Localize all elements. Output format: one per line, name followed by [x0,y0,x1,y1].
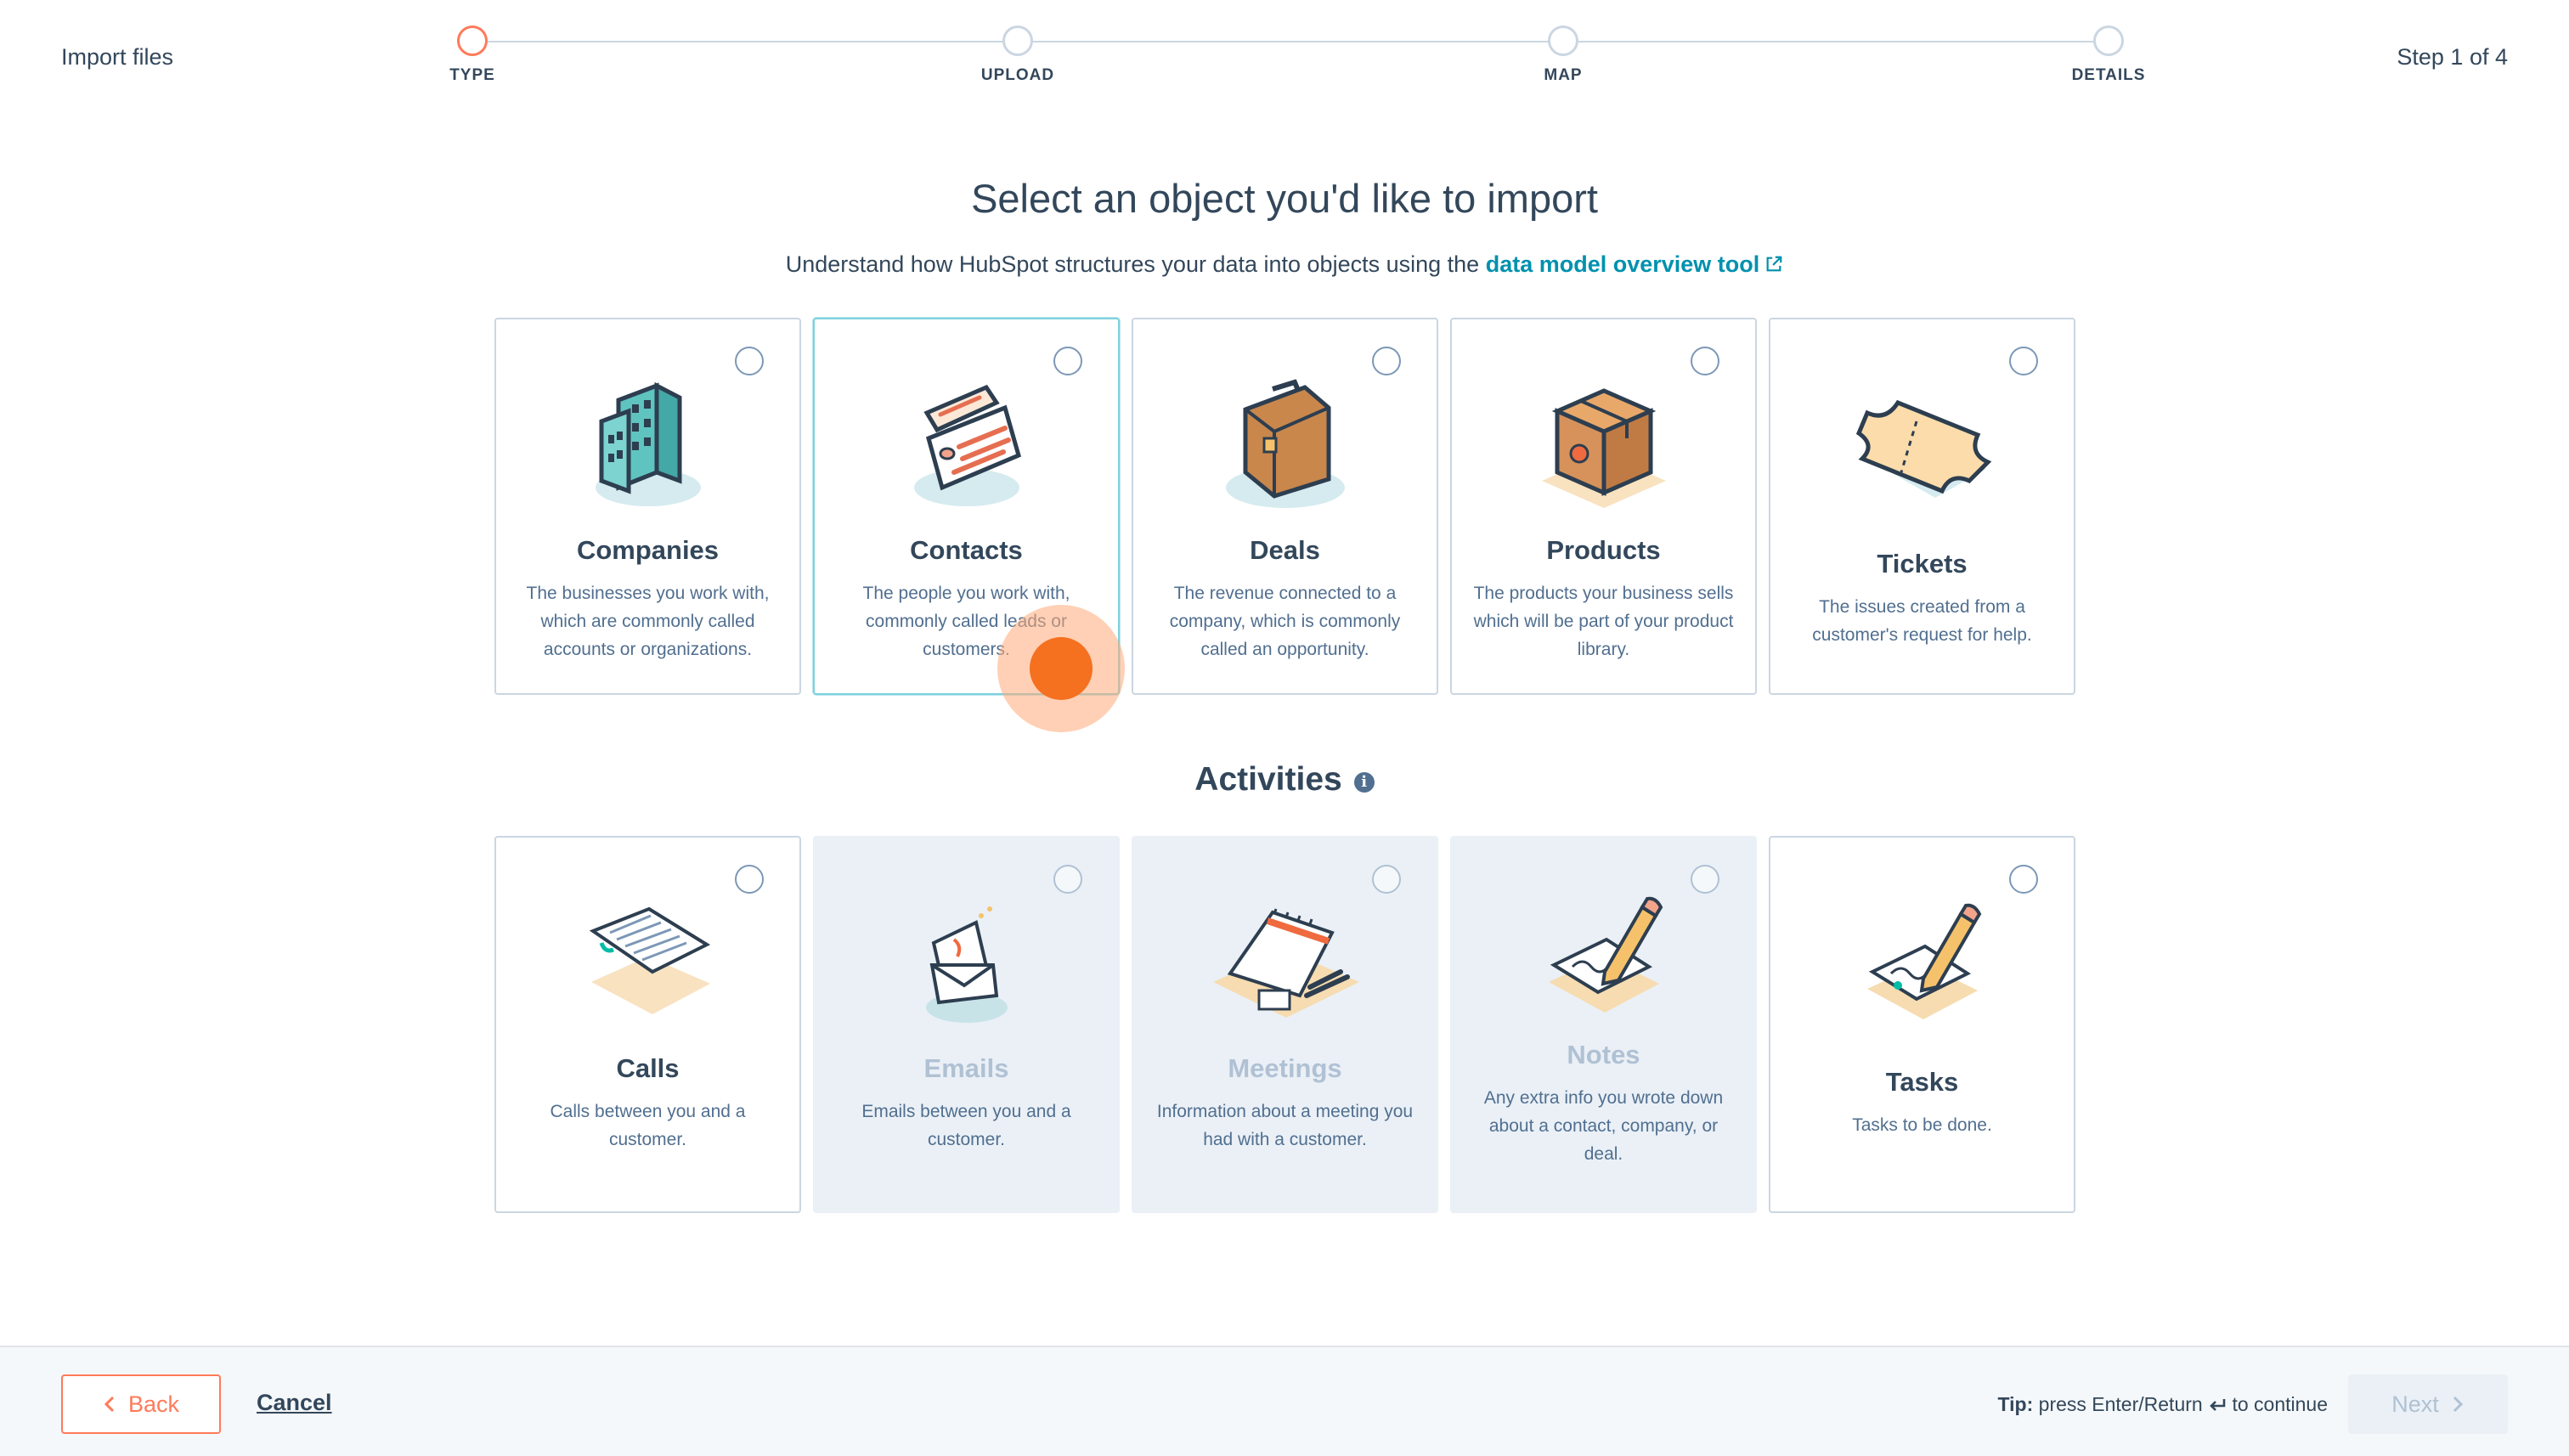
tip-label: Tip: [1997,1393,2034,1415]
activity-card-tasks[interactable]: Tasks Tasks to be done. [1769,836,2075,1213]
step-upload-label: UPLOAD [980,66,1055,84]
next-button[interactable]: Next [2348,1374,2508,1434]
activity-card-calls[interactable]: Calls Calls between you and a customer. [494,836,801,1213]
products-box-icon [1452,353,1755,515]
external-link-icon [1766,256,1782,272]
step-upload: UPLOAD [933,25,1103,85]
tickets-description: The issues created from a customer's req… [1812,597,2032,645]
chevron-right-icon [2453,1396,2463,1413]
notes-pencil-icon [1452,872,1755,1033]
objects-card-row: Companies The businesses you work with, … [494,318,2075,695]
tickets-ticket-icon [1770,353,2074,515]
companies-description: The businesses you work with, which are … [526,584,770,659]
calls-description: Calls between you and a customer. [550,1102,746,1149]
stepper-track [472,41,2109,42]
step-details-dot [2093,25,2124,56]
activities-heading-label: Activities [1194,761,1342,798]
contacts-name: Contacts [910,535,1023,565]
step-details: DETAILS [2024,25,2194,85]
activity-card-meetings: Meetings Information about a meeting you… [1132,836,1438,1213]
activities-card-row: Calls Calls between you and a customer. … [494,836,2075,1213]
back-button-label: Back [127,1391,180,1417]
activities-heading: Activities i [0,761,2569,799]
deals-briefcase-icon [1133,353,1437,515]
deals-description: The revenue connected to a company, whic… [1169,584,1401,659]
return-key-icon [2210,1399,2226,1411]
footer-bar: Back Cancel Tip: press Enter/Return to c… [0,1346,2569,1456]
step-upload-dot [1002,25,1033,56]
deals-name: Deals [1250,535,1320,565]
calls-name: Calls [616,1053,680,1083]
object-card-products[interactable]: Products The products your business sell… [1450,318,1757,695]
notes-name: Notes [1567,1040,1640,1069]
step-map: MAP [1478,25,1648,85]
meetings-calendar-icon [1133,872,1437,1033]
contacts-cards-icon [815,353,1118,515]
emails-description: Emails between you and a customer. [861,1102,1071,1149]
chevron-left-icon [104,1396,115,1413]
click-indicator-dot [1030,637,1093,700]
products-name: Products [1546,535,1661,565]
subtitle-text: Understand how HubSpot structures your d… [785,251,1480,277]
tasks-pencil-icon [1770,872,2074,1033]
companies-name: Companies [576,535,720,565]
step-type: TYPE [387,25,557,85]
tasks-description: Tasks to be done. [1852,1115,1992,1135]
object-card-companies[interactable]: Companies The businesses you work with, … [494,318,801,695]
cancel-button[interactable]: Cancel [257,1390,332,1416]
activity-card-notes: Notes Any extra info you wrote down abou… [1450,836,1757,1213]
info-icon[interactable]: i [1353,772,1375,793]
step-map-label: MAP [1544,66,1583,84]
step-indicator: Step 1 of 4 [2397,44,2508,70]
tip-suffix: to continue [2232,1393,2328,1415]
page-header-title: Import files [61,44,174,70]
calls-paper-icon [496,872,799,1033]
emails-envelope-icon [815,872,1118,1033]
page-title: Select an object you'd like to import [971,176,1598,221]
emails-name: Emails [923,1053,1009,1083]
object-card-tickets[interactable]: Tickets The issues created from a custom… [1769,318,2075,695]
back-button[interactable]: Back [61,1374,221,1434]
next-button-label: Next [2391,1391,2439,1417]
page-subtitle: Understand how HubSpot structures your d… [0,251,2569,278]
step-type-dot [457,25,488,56]
products-description: The products your business sells which w… [1473,584,1734,659]
data-model-overview-link[interactable]: data model overview tool [1486,251,1784,277]
notes-description: Any extra info you wrote down about a co… [1483,1088,1724,1164]
tasks-name: Tasks [1885,1067,1959,1097]
activity-card-emails: Emails Emails between you and a customer… [813,836,1120,1213]
companies-building-icon [496,353,799,515]
meetings-name: Meetings [1228,1053,1342,1083]
keyboard-tip: Tip: press Enter/Return to continue [1998,1393,2328,1416]
object-card-deals[interactable]: Deals The revenue connected to a company… [1132,318,1438,695]
tickets-name: Tickets [1877,549,1968,578]
step-type-label: TYPE [449,66,495,84]
step-map-dot [1548,25,1578,56]
tip-text: press Enter/Return [2038,1393,2203,1415]
meetings-description: Information about a meeting you had with… [1156,1102,1414,1149]
step-details-label: DETAILS [2071,66,2146,84]
data-model-link-label: data model overview tool [1485,251,1760,277]
